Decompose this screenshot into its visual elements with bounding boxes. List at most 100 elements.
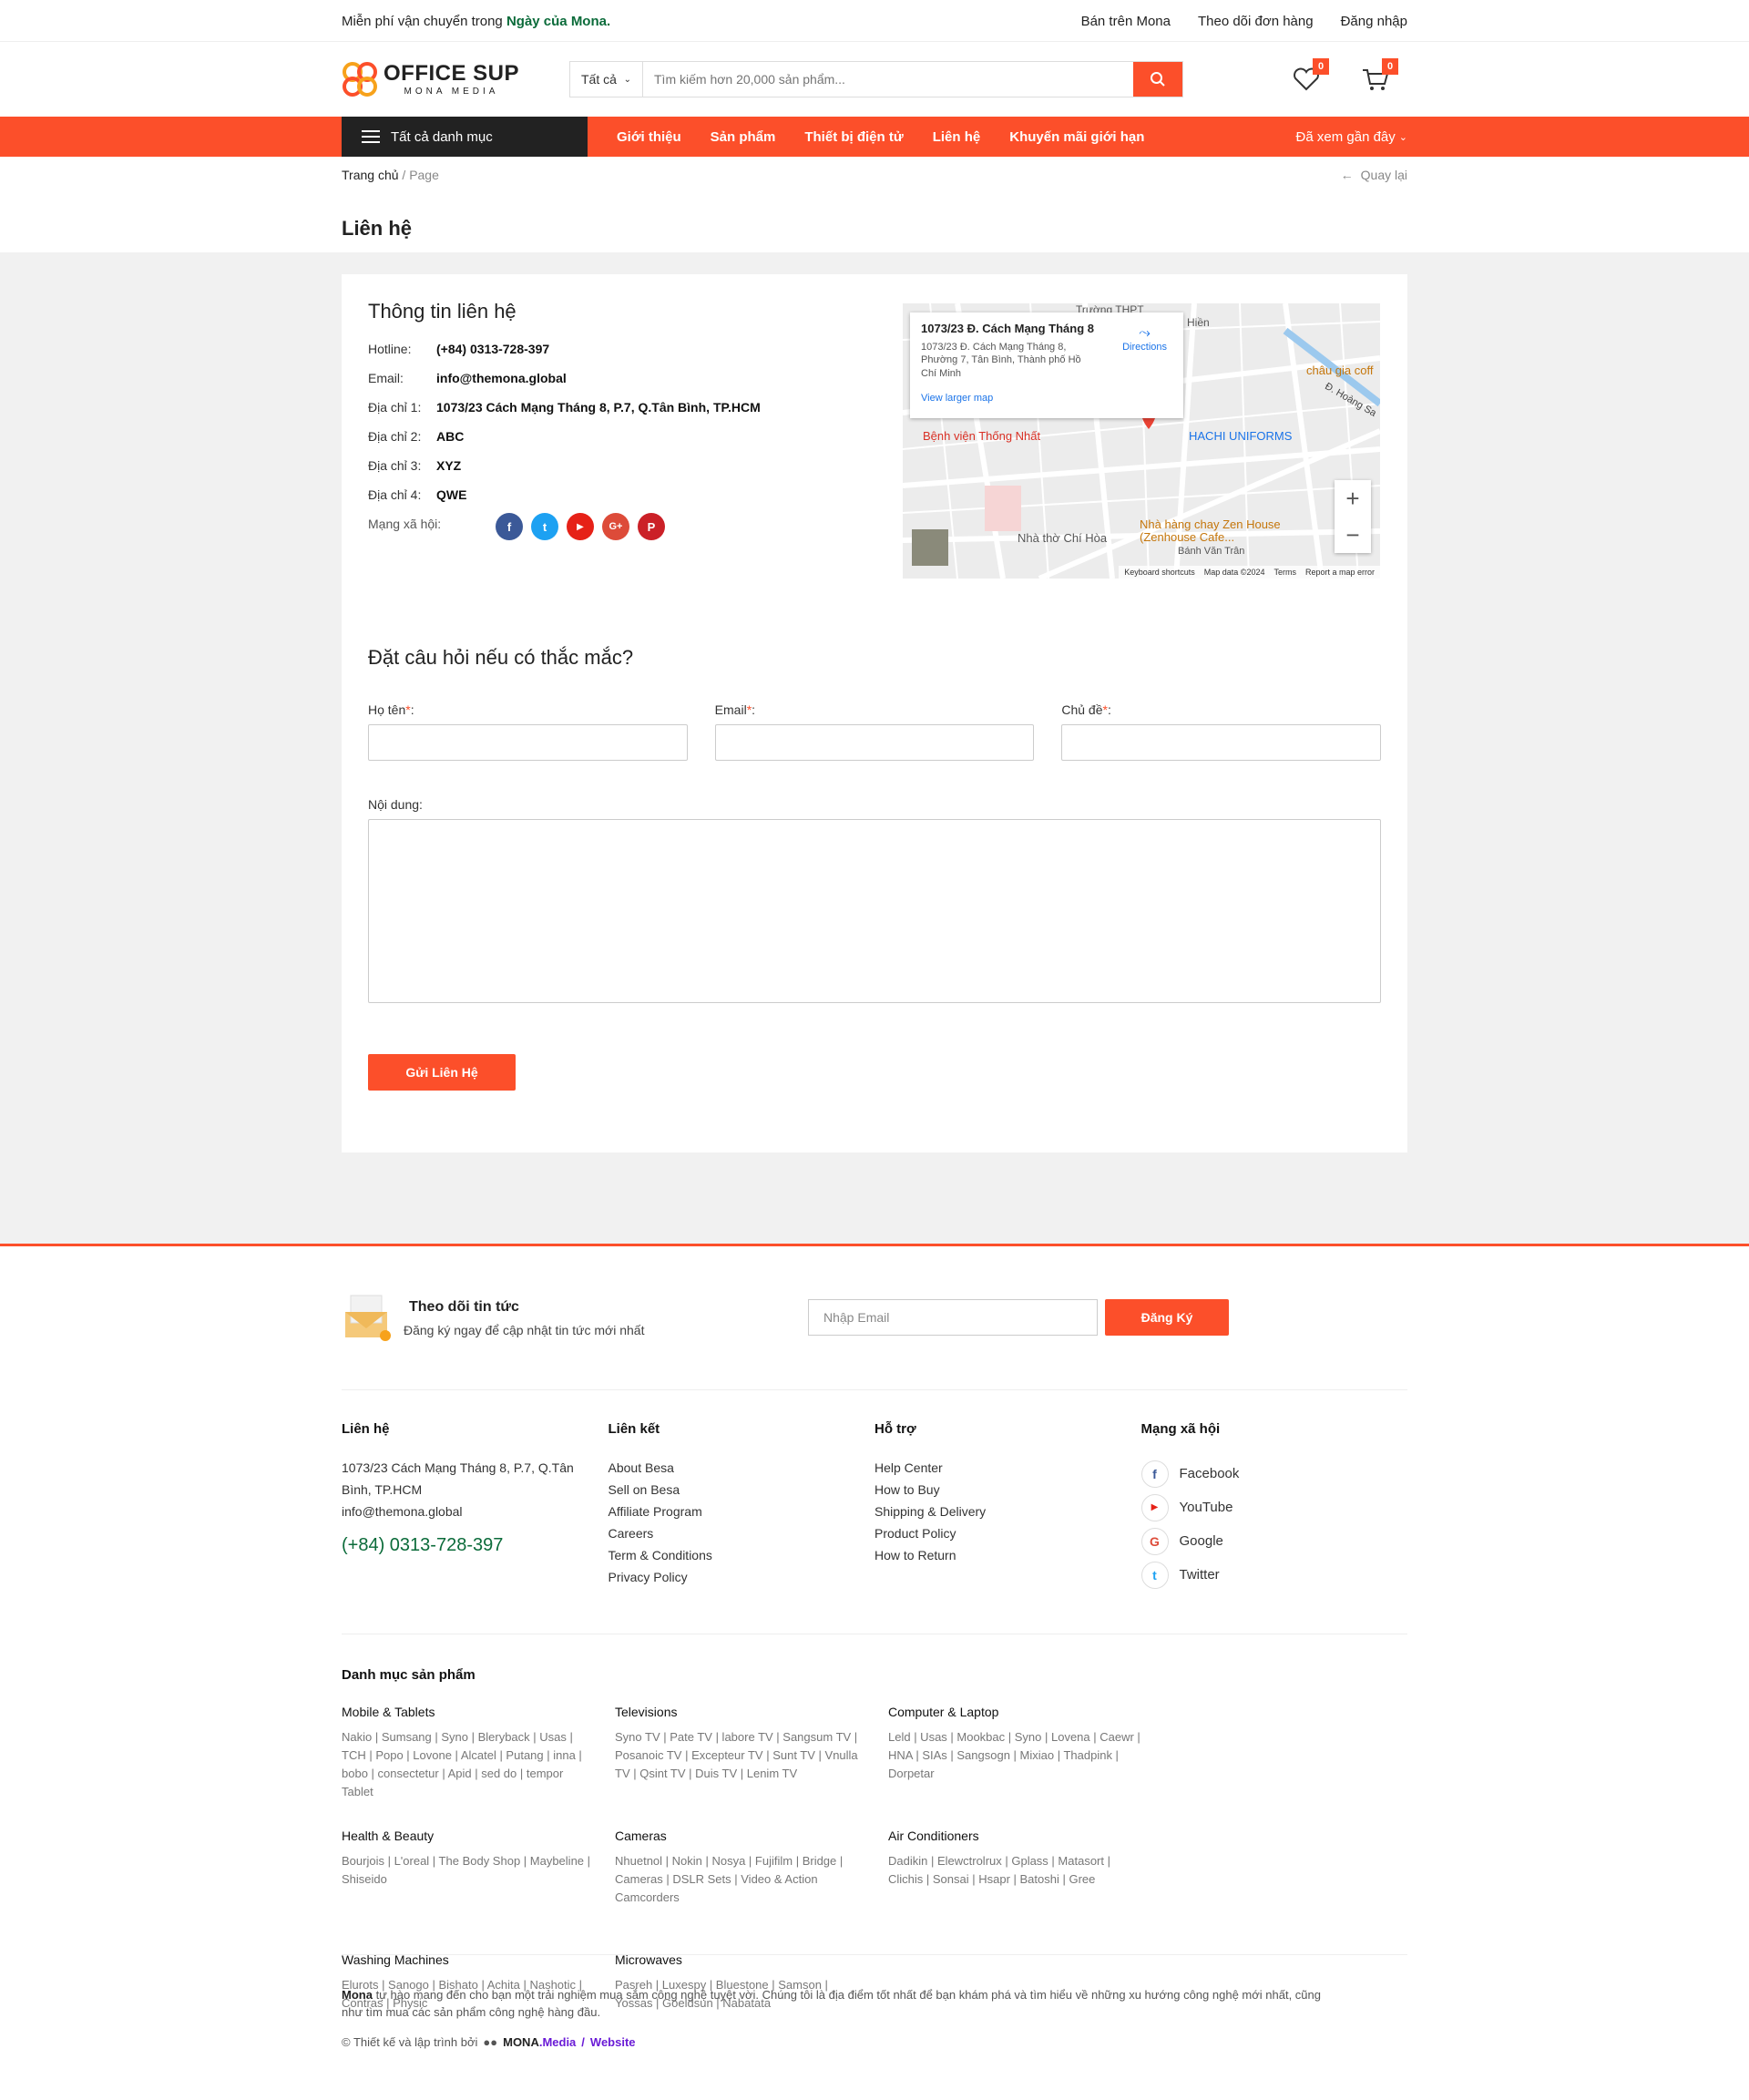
youtube-icon[interactable]: ▶: [567, 513, 594, 540]
name-field[interactable]: [368, 724, 688, 761]
hotline-value[interactable]: (+84) 0313-728-397: [436, 342, 549, 356]
footer-link[interactable]: Careers: [609, 1522, 875, 1544]
category-group: Mobile & Tablets Nakio | Sumsang | Syno |…: [342, 1705, 582, 1798]
footer-social-youtube[interactable]: ▶ YouTube: [1140, 1490, 1408, 1524]
footer-link[interactable]: Product Policy: [874, 1522, 1141, 1544]
search-category-select[interactable]: Tất cả ⌄: [570, 62, 643, 97]
contact-info: Thông tin liên hệ Hotline: (+84) 0313-728…: [368, 300, 878, 553]
footer-link[interactable]: Shipping & Delivery: [874, 1501, 1141, 1522]
footer-columns: Liên hệ 1073/23 Cách Mạng Tháng 8, P.7, …: [342, 1421, 1407, 1592]
map-label: Bệnh viện Thống Nhất: [923, 429, 1041, 443]
category-group: Cameras Nhuetnol | Nokin | Nosya | Fujifi…: [615, 1829, 844, 1904]
footer-link[interactable]: How to Return: [874, 1544, 1141, 1566]
footer-link[interactable]: Term & Conditions: [609, 1544, 875, 1566]
contact-info-title: Thông tin liên hệ: [368, 300, 517, 323]
footer-contact: Liên hệ 1073/23 Cách Mạng Tháng 8, P.7, …: [342, 1421, 609, 1592]
chevron-down-icon: ⌄: [1398, 131, 1407, 143]
twitter-icon[interactable]: t: [531, 513, 558, 540]
category-group: Health & Beauty Bourjois | L'oreal | The …: [342, 1829, 591, 1886]
directions-button[interactable]: ⤳ Directions: [1122, 325, 1167, 353]
youtube-icon: ▶: [1140, 1493, 1169, 1521]
about-text: Mona tự hào mang đến cho bạn một trải ng…: [342, 1988, 1321, 2019]
report-map-error-link[interactable]: Report a map error: [1305, 568, 1375, 577]
newsletter-email-input[interactable]: Nhập Email: [808, 1299, 1098, 1336]
submit-contact-button[interactable]: Gửi Liên Hệ: [368, 1054, 516, 1091]
contact-row: Địa chỉ 1: 1073/23 Cách Mạng Tháng 8, P.7…: [368, 400, 761, 415]
mona-media-link[interactable]: MONA.Media: [503, 2035, 576, 2049]
footer-social-twitter[interactable]: t Twitter: [1140, 1558, 1408, 1592]
footer-email[interactable]: info@themona.global: [342, 1501, 609, 1522]
directions-icon: ⤳: [1139, 325, 1151, 341]
contact-form: Đặt câu hỏi nếu có thắc mắc? Họ tên*: Em…: [368, 646, 1382, 1091]
login-link[interactable]: Đăng nhập: [1341, 14, 1407, 29]
zoom-in-button[interactable]: +: [1335, 480, 1371, 517]
footer-social-google[interactable]: G Google: [1140, 1524, 1408, 1558]
back-link[interactable]: ← Quay lại: [1341, 168, 1407, 182]
footer-social-facebook[interactable]: f Facebook: [1140, 1457, 1408, 1490]
nav-item-products[interactable]: Sản phẩm: [711, 129, 776, 145]
map-attribution: Keyboard shortcuts Map data ©2024 Terms …: [1119, 566, 1380, 579]
email-value[interactable]: info@themona.global: [436, 371, 567, 385]
breadcrumb-home[interactable]: Trang chủ: [342, 168, 399, 182]
facebook-icon[interactable]: f: [496, 513, 523, 540]
website-link[interactable]: Website: [590, 2035, 636, 2049]
main-nav: Tất cả danh mục Giới thiệu Sản phẩm Thiế…: [0, 117, 1749, 157]
google-map[interactable]: Bệnh viện Thống Nhất HACHI UNIFORMS Nhà …: [903, 303, 1380, 579]
footer-link[interactable]: Affiliate Program: [609, 1501, 875, 1522]
google-plus-icon[interactable]: G+: [602, 513, 629, 540]
map-info-popup: 1073/23 Đ. Cách Mạng Tháng 8 1073/23 Đ. …: [910, 312, 1183, 418]
email-field[interactable]: [714, 724, 1035, 761]
cart-button[interactable]: 0: [1360, 58, 1398, 95]
footer-divider: [0, 1244, 1749, 1246]
map-label: Hiền: [1187, 316, 1210, 329]
all-categories-button[interactable]: Tất cả danh mục: [342, 117, 588, 157]
breadcrumb-current: Page: [409, 168, 439, 182]
logo[interactable]: OFFICE SUP MONA MEDIA: [342, 61, 569, 97]
map-label: châu gia coff: [1306, 364, 1374, 377]
map-label: Bánh Văn Trân: [1178, 546, 1245, 557]
subject-field[interactable]: [1061, 724, 1382, 761]
wishlist-button[interactable]: 0: [1291, 58, 1329, 95]
top-links: Bán trên Mona Theo dõi đơn hàng Đăng nhậ…: [1081, 14, 1407, 29]
message-textarea[interactable]: [368, 819, 1381, 1003]
footer-link[interactable]: Privacy Policy: [609, 1566, 875, 1588]
credit: © Thiết kế và lập trình bởi ●● MONA.Medi…: [342, 2035, 636, 2049]
divider: [342, 1389, 1407, 1390]
terms-link[interactable]: Terms: [1273, 568, 1296, 577]
category-group: Computer & Laptop Leld | Usas | Mookbac |…: [888, 1705, 1140, 1780]
contact-row: Hotline: (+84) 0313-728-397: [368, 342, 550, 356]
footer-link[interactable]: How to Buy: [874, 1479, 1141, 1501]
track-order-link[interactable]: Theo dõi đơn hàng: [1198, 14, 1314, 29]
footer-phone[interactable]: (+84) 0313-728-397: [342, 1535, 609, 1556]
logo-title: OFFICE SUP: [384, 60, 520, 86]
map-label: HACHI UNIFORMS: [1189, 429, 1293, 443]
contact-row: Email: info@themona.global: [368, 371, 567, 385]
search-button[interactable]: [1133, 62, 1182, 97]
logo-icon: [343, 62, 377, 97]
nav-item-contact[interactable]: Liên hệ: [933, 129, 981, 145]
nav-item-about[interactable]: Giới thiệu: [617, 129, 681, 145]
sell-link[interactable]: Bán trên Mona: [1081, 14, 1171, 29]
arrow-left-icon: ←: [1340, 168, 1354, 182]
nav-item-promotions[interactable]: Khuyến mãi giới hạn: [1009, 129, 1144, 145]
search-bar: Tất cả ⌄: [569, 61, 1183, 97]
divider: [342, 1954, 1407, 1955]
search-input[interactable]: [643, 62, 1133, 97]
recently-viewed-dropdown[interactable]: Đã xem gần đây ⌄: [1296, 129, 1407, 145]
footer-link[interactable]: Sell on Besa: [609, 1479, 875, 1501]
newsletter: Theo dõi tin tức Đăng ký ngay để cập nhậ…: [342, 1285, 1407, 1376]
keyboard-shortcuts-link[interactable]: Keyboard shortcuts: [1124, 568, 1195, 577]
view-larger-map-link[interactable]: View larger map: [921, 393, 1172, 404]
footer-link[interactable]: About Besa: [609, 1457, 875, 1479]
zoom-out-button[interactable]: −: [1335, 517, 1371, 553]
page-title: Liên hệ: [342, 217, 413, 240]
footer-link[interactable]: Help Center: [874, 1457, 1141, 1479]
map-label: Nhà thờ Chí Hòa: [1018, 531, 1108, 545]
top-bar: Miễn phí vận chuyển trong Ngày của Mona.…: [0, 0, 1749, 42]
google-icon: G: [1140, 1527, 1169, 1555]
footer-links: Liên kết About Besa Sell on Besa Affilia…: [609, 1421, 875, 1592]
pinterest-icon[interactable]: P: [638, 513, 665, 540]
map-label: Nhà hàng chay Zen House (Zenhouse Cafe..…: [1140, 517, 1281, 544]
newsletter-subscribe-button[interactable]: Đăng Ký: [1105, 1299, 1229, 1336]
nav-item-electronics[interactable]: Thiết bị điện tử: [804, 129, 903, 145]
